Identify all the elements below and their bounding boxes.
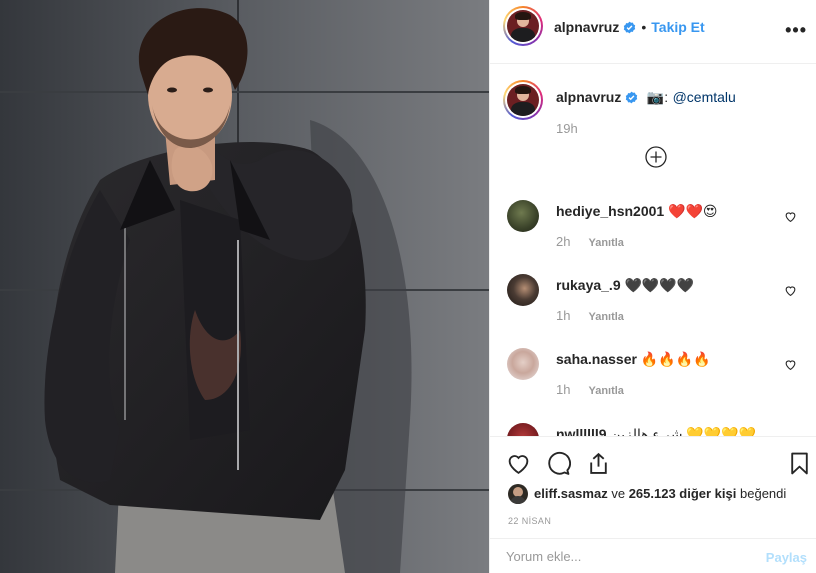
likes-suffix: beğendi: [740, 486, 787, 501]
comment-box: Paylaş: [490, 538, 816, 573]
follow-button[interactable]: Takip Et: [651, 19, 704, 35]
commenter-username[interactable]: saha.nasser: [556, 351, 637, 367]
bookmark-icon[interactable]: [787, 451, 812, 476]
comment-text: 🖤🖤🖤🖤: [624, 277, 695, 293]
commenter-avatar[interactable]: [507, 423, 539, 436]
share-icon[interactable]: [586, 451, 611, 476]
liker-username[interactable]: eliff.sasmaz: [534, 486, 608, 501]
author-avatar[interactable]: [503, 6, 543, 46]
commenter-username[interactable]: nwllllll9: [556, 426, 607, 436]
post-photo[interactable]: [0, 0, 489, 573]
reply-button[interactable]: Yanıtla: [588, 311, 623, 323]
caption-mention-link[interactable]: @cemtalu: [673, 89, 736, 105]
comment-row: rukaya_.9 🖤🖤🖤🖤 1h Yanıtla: [490, 273, 816, 347]
caption: alpnavruz 📷: @cemtalu: [556, 89, 736, 107]
comment-text: 🔥🔥🔥🔥: [640, 351, 711, 367]
comment-input[interactable]: [506, 549, 746, 564]
action-bar: [490, 436, 816, 488]
comment-like-heart-icon[interactable]: [784, 284, 797, 297]
caption-time[interactable]: 19h: [556, 121, 578, 136]
comments-list[interactable]: alpnavruz 📷: @cemtalu 19h hediye_hsn2001…: [490, 64, 816, 436]
verified-badge-icon: [626, 91, 638, 104]
post-header: alpnavruz • Takip Et •••: [490, 0, 816, 64]
caption-author-avatar[interactable]: [503, 80, 543, 120]
comment-row: nwllllll9 شيء هالزين 💛💛💛💛: [490, 422, 816, 436]
commenter-username[interactable]: rukaya_.9: [556, 277, 621, 293]
post-comment-button[interactable]: Paylaş: [766, 550, 807, 565]
likes-summary: eliff.sasmaz ve 265.123 diğer kişi beğen…: [534, 486, 786, 501]
likes-count-link[interactable]: 265.123 diğer kişi: [629, 486, 737, 501]
caption-colon: :: [664, 89, 669, 105]
commenter-avatar[interactable]: [507, 200, 539, 232]
commenter-avatar[interactable]: [507, 274, 539, 306]
reply-button[interactable]: Yanıtla: [588, 237, 623, 249]
post-image: [0, 0, 489, 573]
heart-outline-icon[interactable]: [506, 451, 531, 476]
commenter-username[interactable]: hediye_hsn2001: [556, 203, 664, 219]
verified-badge-icon: [624, 21, 636, 34]
separator-dot: •: [641, 19, 647, 35]
comment-bubble-icon[interactable]: [546, 451, 571, 476]
comment-text: ❤️❤️😍: [668, 203, 718, 219]
reply-button[interactable]: Yanıtla: [588, 385, 623, 397]
comment-time[interactable]: 1h: [556, 308, 570, 323]
post-side-panel: alpnavruz • Takip Et ••• alpnavruz 📷: @cem…: [489, 0, 816, 573]
plus-circle-icon[interactable]: [645, 146, 667, 168]
comment-text: شيء هالزين 💛💛💛💛: [610, 426, 757, 436]
comment-row: saha.nasser 🔥🔥🔥🔥 1h Yanıtla: [490, 347, 816, 421]
liker-avatar[interactable]: [508, 484, 528, 504]
comment-row: hediye_hsn2001 ❤️❤️😍 2h Yanıtla: [490, 199, 816, 273]
post-date[interactable]: 22 NİSAN: [508, 516, 551, 526]
comment-like-heart-icon[interactable]: [784, 358, 797, 371]
caption-username[interactable]: alpnavruz: [556, 89, 621, 105]
camera-emoji: 📷: [646, 89, 665, 105]
more-options-icon[interactable]: •••: [785, 20, 807, 41]
comment-like-heart-icon[interactable]: [784, 210, 797, 223]
comment-time[interactable]: 1h: [556, 382, 570, 397]
commenter-avatar[interactable]: [507, 348, 539, 380]
author-username[interactable]: alpnavruz: [554, 19, 619, 35]
comment-time[interactable]: 2h: [556, 234, 570, 249]
likes-connector: ve: [611, 486, 626, 501]
